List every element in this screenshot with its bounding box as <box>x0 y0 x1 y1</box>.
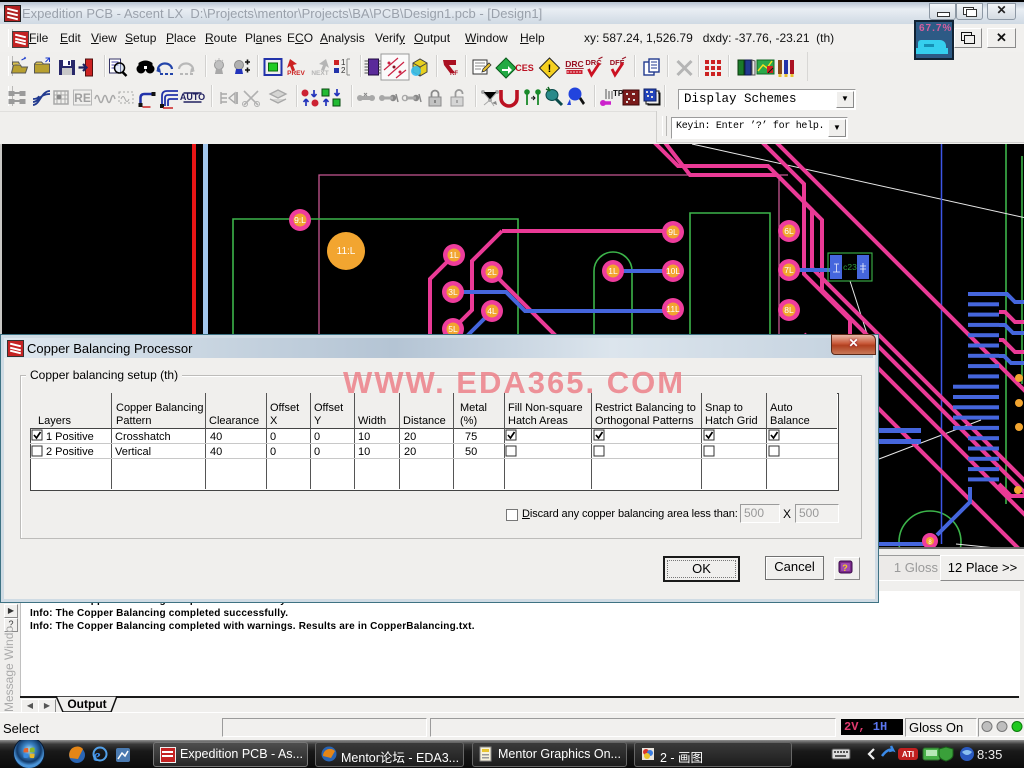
svg-text:?: ? <box>842 563 848 573</box>
svg-text:75: 75 <box>465 431 477 443</box>
svg-text:0: 0 <box>314 431 320 443</box>
svg-text:0: 0 <box>314 446 320 458</box>
svg-text:CES: CES <box>515 63 534 73</box>
svg-text:1 Positive: 1 Positive <box>46 431 94 443</box>
svg-text:c23: c23 <box>843 262 857 272</box>
svg-text:ATI: ATI <box>902 750 914 759</box>
svg-text:9L: 9L <box>668 227 678 237</box>
svg-text:RE: RE <box>74 91 91 105</box>
svg-text:1L: 1L <box>608 266 618 276</box>
svg-text:Metal: Metal <box>460 402 487 414</box>
svg-text:8L: 8L <box>784 305 794 315</box>
svg-text:10: 10 <box>358 446 370 458</box>
svg-text:11L: 11L <box>666 304 680 314</box>
svg-text:Restrict Balancing to: Restrict Balancing to <box>595 402 696 414</box>
svg-text:TP: TP <box>613 89 624 98</box>
svg-text:Offset: Offset <box>270 402 299 414</box>
svg-text:Hatch Grid: Hatch Grid <box>705 415 758 427</box>
svg-text:40: 40 <box>210 431 222 443</box>
svg-text:Orthogonal Patterns: Orthogonal Patterns <box>595 415 694 427</box>
svg-text:2: 2 <box>341 66 346 75</box>
svg-text:Crosshatch: Crosshatch <box>115 431 171 443</box>
svg-text:Layers: Layers <box>38 415 72 427</box>
svg-text:9:L: 9:L <box>294 215 306 225</box>
svg-text:Clearance: Clearance <box>209 415 259 427</box>
svg-text:0: 0 <box>270 446 276 458</box>
svg-text:Width: Width <box>358 415 386 427</box>
svg-text:DRC: DRC <box>565 59 583 69</box>
svg-text:2 Positive: 2 Positive <box>46 446 94 458</box>
svg-text:X: X <box>270 415 278 427</box>
svg-text:4L: 4L <box>487 306 497 316</box>
svg-text:3L: 3L <box>448 287 458 297</box>
svg-text:PREV: PREV <box>287 70 305 77</box>
svg-text:10: 10 <box>358 431 370 443</box>
svg-text:6L: 6L <box>784 226 794 236</box>
svg-text:11:L: 11:L <box>337 246 356 257</box>
svg-text:Hatch Areas: Hatch Areas <box>508 415 568 427</box>
svg-text:7L: 7L <box>784 265 794 275</box>
svg-text:Y: Y <box>314 415 322 427</box>
svg-text:Distance: Distance <box>403 415 446 427</box>
svg-text:50: 50 <box>465 446 477 458</box>
svg-text:Snap to: Snap to <box>705 402 743 414</box>
svg-text:Vertical: Vertical <box>115 446 151 458</box>
svg-text:0: 0 <box>270 431 276 443</box>
svg-text:Copper Balancing: Copper Balancing <box>116 402 203 414</box>
svg-text:Auto: Auto <box>770 402 793 414</box>
svg-text:NEXT: NEXT <box>311 70 328 77</box>
svg-text:20: 20 <box>404 431 416 443</box>
svg-text:Output: Output <box>67 697 106 711</box>
svg-text:10L: 10L <box>666 266 680 276</box>
svg-text:RF: RF <box>450 71 458 77</box>
svg-text:DRC: DRC <box>585 58 602 67</box>
svg-text:40: 40 <box>210 446 222 458</box>
svg-text:(%): (%) <box>460 415 477 427</box>
svg-text:Fill Non-square: Fill Non-square <box>508 402 583 414</box>
svg-text:1L: 1L <box>449 250 459 260</box>
svg-text:!: ! <box>548 63 552 75</box>
svg-text:20: 20 <box>404 446 416 458</box>
svg-text:Pattern: Pattern <box>116 415 151 427</box>
svg-text:Offset: Offset <box>314 402 343 414</box>
svg-text:5L: 5L <box>448 324 458 334</box>
svg-text:2L: 2L <box>487 267 497 277</box>
svg-text:Balance: Balance <box>770 415 810 427</box>
